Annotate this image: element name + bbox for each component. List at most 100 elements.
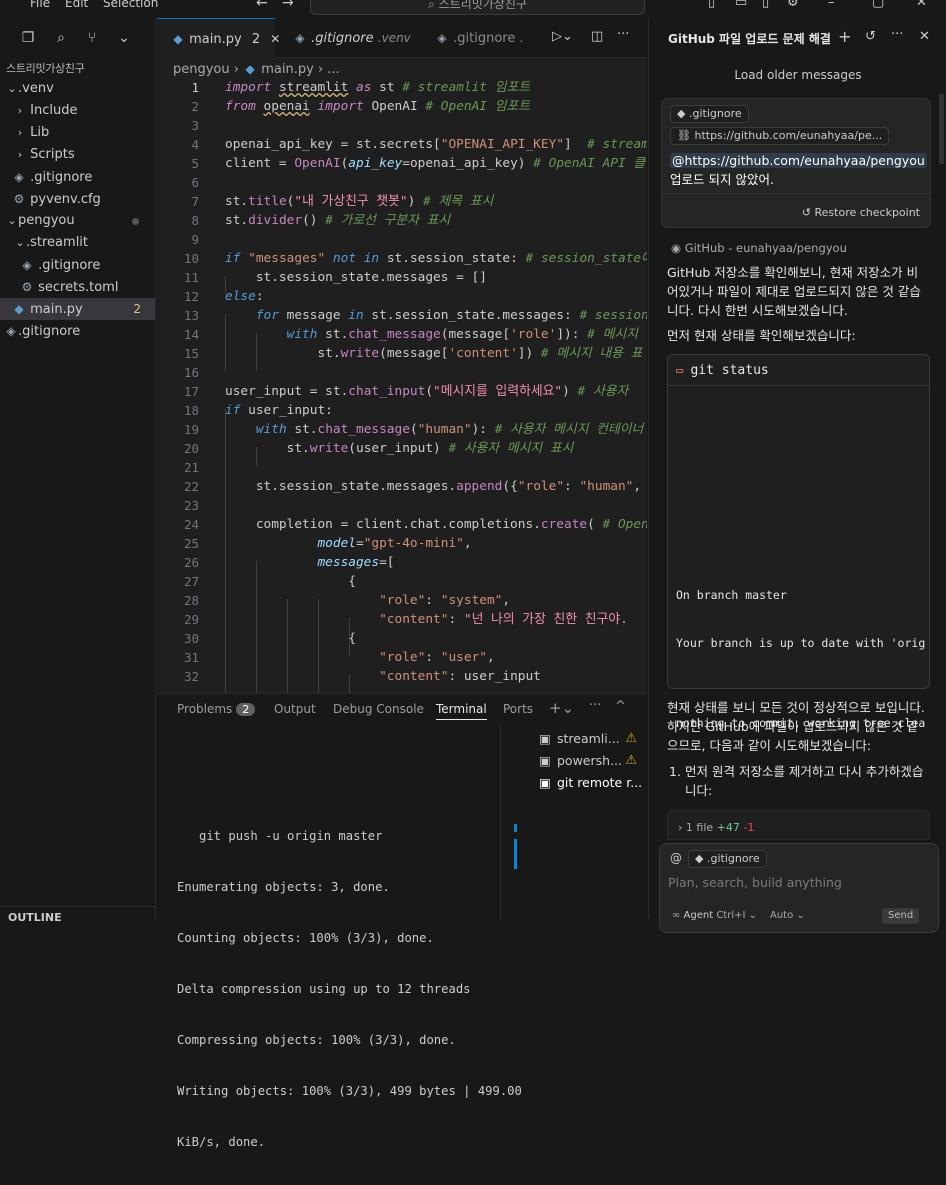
diff-summary[interactable]: › 1 file +47 -1 — [667, 810, 930, 840]
code-line-1: import streamlit as st # streamlit 임포트 — [225, 80, 531, 95]
terminal-command-card[interactable]: ▭ git status On branch master Your branc… — [667, 354, 931, 730]
tree-item-streamlit-gitignore[interactable]: ◈ .gitignore — [0, 254, 155, 276]
tab-debug-console[interactable]: Debug Console — [333, 702, 424, 716]
terminal-line: KiB/s, done. — [177, 1135, 266, 1149]
tree-item-venv-gitignore[interactable]: ◈ .gitignore — [0, 166, 155, 188]
tree-item-streamlit[interactable]: ⌄.streamlit — [0, 232, 155, 254]
search-icon[interactable]: ⌕ — [53, 30, 69, 46]
tab-problems[interactable]: Problems 2 — [177, 702, 256, 716]
tree-item-scripts[interactable]: › Scripts — [0, 144, 155, 166]
restore-checkpoint-button[interactable]: ↺ Restore checkpoint — [802, 206, 920, 219]
tree-item-secrets[interactable]: ⚙ secrets.toml — [0, 276, 155, 298]
link-icon: ⛓ — [677, 129, 695, 142]
line-number: 32 — [183, 669, 199, 684]
file-chip[interactable]: ◆ .gitignore — [670, 105, 749, 123]
user-message[interactable]: ◆ .gitignore ⛓ https://github.com/eunahy… — [661, 98, 932, 228]
line-number: 22 — [183, 479, 199, 494]
close-window-icon[interactable]: ✕ — [916, 0, 927, 10]
modified-dot-icon — [132, 218, 139, 225]
tree-item-lib[interactable]: › Lib — [0, 122, 155, 144]
terminal-item[interactable]: ▣ streamli... ⚠ — [501, 728, 647, 750]
more-actions-icon[interactable]: ··· — [617, 27, 629, 42]
close-icon[interactable]: ✕ — [919, 29, 930, 44]
git-file-icon: ◈ — [14, 170, 24, 184]
git-file-icon: ◈ — [22, 258, 32, 272]
tree-item-main-py[interactable]: ◆ main.py 2 — [0, 298, 155, 320]
tree-item-root-gitignore[interactable]: ◈ .gitignore — [0, 320, 155, 342]
outline-section[interactable]: OUTLINE — [0, 906, 155, 928]
python-icon: ◆ — [14, 302, 24, 316]
new-terminal-icon[interactable]: +⌄ — [549, 699, 574, 717]
split-editor-icon[interactable]: ◫ — [591, 29, 603, 44]
chevron-down-icon: ⌄ — [7, 82, 17, 95]
explorer-root[interactable]: 스트리밋가상친구 — [0, 58, 155, 80]
gear-icon[interactable]: ⚙ — [787, 0, 799, 10]
minimize-icon[interactable]: – — [828, 0, 835, 10]
maximize-icon[interactable]: ▢ — [872, 0, 884, 10]
tab-terminal[interactable]: Terminal — [436, 702, 487, 720]
python-icon: ◆ — [173, 32, 183, 46]
chat-input[interactable]: Plan, search, build anything — [668, 875, 842, 890]
command-center[interactable]: ⌕ 스트리밋가상친구 — [310, 0, 645, 15]
tab-ports[interactable]: Ports — [503, 702, 533, 716]
line-number: 6 — [191, 175, 199, 190]
back-arrow-icon[interactable]: ← — [256, 0, 268, 11]
toggle-sidebar-icon[interactable]: ▯ — [708, 0, 715, 10]
terminal-item-active[interactable]: ▣ git remote r... — [501, 772, 647, 794]
mode-selector[interactable]: ∞ Agent Ctrl+I ⌄ — [672, 910, 757, 921]
tab-root-gitignore[interactable]: ◈ .gitignore . — [417, 18, 537, 58]
tree-item-pyvenv[interactable]: ⚙ pyvenv.cfg — [0, 188, 155, 210]
source-reference[interactable]: ◉ GitHub - eunahyaa/pengyou — [671, 241, 847, 255]
tree-item-include[interactable]: › Include — [0, 100, 155, 122]
code-line-29: "content": "넌 나의 가장 친한 친구야. — [379, 612, 628, 627]
menu-file[interactable]: File — [30, 0, 50, 10]
tab-output[interactable]: Output — [274, 702, 316, 716]
run-icon[interactable]: ▷⌄ — [552, 29, 573, 44]
new-chat-icon[interactable]: + — [838, 27, 851, 46]
line-number: 18 — [183, 403, 199, 418]
assistant-text: 현재 상태를 보니 모든 것이 정상적으로 보입니다. 하지만 GitHub에 … — [667, 700, 925, 753]
code-line-10: if "messages" not in st.session_state: #… — [225, 251, 647, 266]
toggle-panel-icon[interactable]: ▭ — [735, 0, 747, 10]
chevron-down-icon[interactable]: ⌄ — [116, 30, 132, 46]
code-line-30: { — [225, 631, 356, 646]
step-list-item: 1. 먼저 원격 저장소를 제거하고 다시 추가하겠습니다: — [669, 764, 924, 798]
terminal-output[interactable]: git push -u origin master Enumerating ob… — [177, 794, 522, 1185]
more-actions-icon[interactable]: ··· — [589, 698, 601, 713]
tab-venv-gitignore[interactable]: ◈ .gitignore .venv — [275, 18, 417, 58]
menu-edit[interactable]: Edit — [65, 0, 88, 10]
code-line-31: "role": "user", — [379, 650, 495, 665]
chat-header: GitHub 파일 업로드 문제 해결 + ↺ ··· ✕ — [649, 18, 946, 58]
toggle-secondary-sidebar-icon[interactable]: ▯ — [762, 0, 769, 10]
context-file-chip[interactable]: ◆ .gitignore — [688, 850, 767, 868]
history-icon[interactable]: ↺ — [865, 29, 876, 44]
mention-link[interactable]: @https://github.com/eunahyaa/pengyou — [670, 153, 927, 168]
tab-main-py[interactable]: ◆ main.py 2 ✕ — [157, 18, 280, 58]
terminal-item[interactable]: ▣ powersh... ⚠ — [501, 750, 647, 772]
line-number: 25 — [183, 536, 199, 551]
code-line-26: messages=[ — [317, 555, 395, 570]
load-older-messages[interactable]: Load older messages — [649, 68, 946, 82]
send-button[interactable]: Send — [882, 908, 920, 924]
source-control-icon[interactable]: ⑂ — [84, 30, 100, 46]
chevron-right-icon: › — [17, 104, 23, 117]
code-line-7: st.title("내 가상친구 챗봇") # 제목 표시 — [225, 194, 494, 209]
model-selector[interactable]: Auto ⌄ — [770, 910, 805, 921]
files-icon[interactable]: ❐ — [20, 30, 36, 46]
tree-item-pengyou[interactable]: ⌄pengyou — [0, 210, 155, 232]
link-chip[interactable]: ⛓ https://github.com/eunahyaa/pe... — [670, 127, 890, 145]
menu-selection[interactable]: Selection — [103, 0, 158, 10]
terminal-line: Compressing objects: 100% (3/3), done. — [177, 1033, 456, 1047]
line-number: 13 — [183, 308, 199, 323]
forward-arrow-icon[interactable]: → — [282, 0, 294, 11]
chat-input-box: @ ◆ .gitignore Plan, search, build anyth… — [659, 843, 939, 933]
more-actions-icon[interactable]: ··· — [891, 27, 903, 42]
maximize-panel-icon[interactable]: ^ — [615, 699, 626, 714]
code-line-13: for message in st.session_state.messages… — [255, 308, 647, 323]
mention-icon[interactable]: @ — [670, 851, 682, 865]
code-line-24: completion = client.chat.completions.cre… — [225, 517, 647, 532]
chat-scrollbar[interactable] — [939, 94, 944, 164]
tree-item-venv[interactable]: ⌄.venv — [0, 78, 155, 100]
line-number: 23 — [183, 498, 199, 513]
code-line-5: client = OpenAI(api_key=openai_api_key) … — [225, 156, 646, 171]
